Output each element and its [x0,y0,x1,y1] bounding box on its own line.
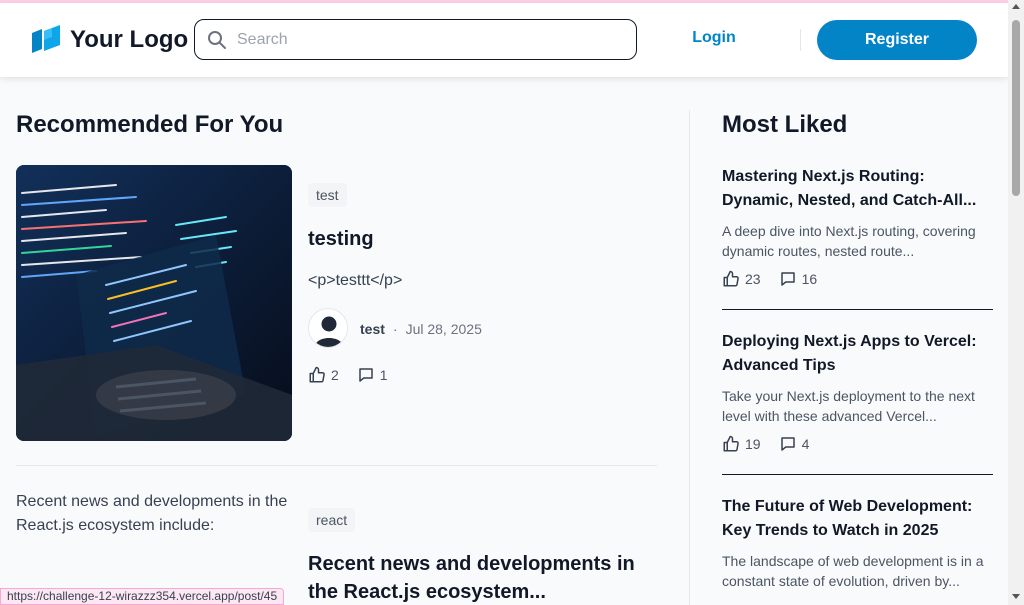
post-excerpt: <p>testtt</p> [308,272,403,289]
like-count: 19 [745,436,761,452]
comment-count: 16 [801,271,818,287]
column-divider [689,110,690,605]
scroll-down-arrow-icon[interactable] [1012,594,1020,599]
liked-post-title[interactable]: The Future of Web Development: Key Trend… [722,495,994,543]
liked-post-desc: The landscape of web development is in a… [722,553,984,589]
search-input[interactable] [237,30,617,49]
page-scrollbar[interactable] [1008,0,1024,605]
post-date: Jul 28, 2025 [405,321,482,337]
post-title[interactable]: Recent news and developments in the Reac… [308,550,648,605]
liked-divider [722,309,993,310]
author-name[interactable]: test [360,321,385,337]
scroll-thumb[interactable] [1012,20,1020,196]
post-title[interactable]: testing [308,225,374,253]
login-link[interactable]: Login [668,29,760,47]
liked-post-desc: A deep dive into Next.js routing, coveri… [722,223,976,259]
like-button[interactable]: 23 [722,270,761,288]
liked-post-stats: 23 16 [722,270,835,288]
author-meta: test · Jul 28, 2025 [360,321,482,337]
site-header: Your Logo Login Register [0,3,1008,77]
post-tag[interactable]: test [308,183,347,207]
thumbs-up-icon [723,435,739,452]
liked-post-stats: 19 4 [722,435,827,453]
post-thumbnail[interactable] [16,165,292,441]
logo-text: Your Logo [70,26,189,53]
like-count: 23 [745,271,761,287]
most-liked-heading: Most Liked [722,111,848,138]
search-icon [208,30,226,49]
thumbs-up-icon [309,366,325,383]
comment-count: 4 [801,436,810,452]
search-box[interactable] [194,19,637,60]
code-screen-image [16,165,292,441]
comment-icon [780,272,795,286]
liked-post-title[interactable]: Deploying Next.js Apps to Vercel: Advanc… [722,330,994,378]
post-tag[interactable]: react [308,508,356,532]
status-url: https://challenge-12-wirazzz354.vercel.a… [0,588,285,605]
comment-count: 1 [379,367,388,383]
author-avatar[interactable] [308,308,348,348]
comment-button[interactable]: 4 [779,435,810,453]
scroll-up-arrow-icon[interactable] [1012,4,1020,9]
post-divider [16,465,657,466]
liked-post-title[interactable]: Mastering Next.js Routing: Dynamic, Nest… [722,165,994,213]
register-button[interactable]: Register [817,20,977,60]
like-button[interactable]: 19 [722,435,761,453]
comment-button[interactable]: 16 [779,270,818,288]
header-divider [800,29,801,51]
post-stats: 2 1 [308,366,406,384]
user-icon [315,316,343,347]
liked-divider [722,474,993,475]
broken-image[interactable]: Recent news and developments in the Reac… [16,490,292,538]
liked-post-desc: Take your Next.js deployment to the next… [722,388,975,424]
thumbs-up-icon [723,270,739,287]
recommended-heading: Recommended For You [16,111,284,138]
comment-button[interactable]: 1 [357,366,388,384]
comment-icon [359,368,373,382]
broken-image-alt: Recent news and developments in the Reac… [16,493,288,534]
logo-icon [32,25,60,53]
like-button[interactable]: 2 [308,366,339,384]
like-count: 2 [331,367,339,383]
comment-icon [780,437,795,451]
meta-separator: · [392,321,398,337]
logo[interactable]: Your Logo [32,25,188,55]
